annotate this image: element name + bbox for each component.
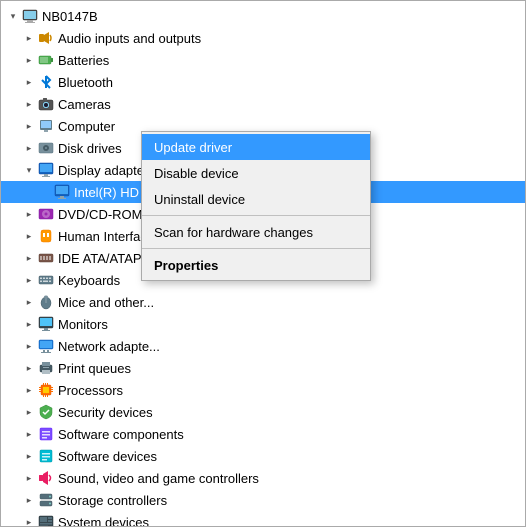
tree-item-label-softwarecomponents: Software components [58,427,184,442]
audio-icon [37,29,55,47]
expand-btn-root[interactable] [5,8,21,24]
expand-btn-softwaredevices[interactable] [21,448,37,464]
tree-item-label-securitydevices: Security devices [58,405,153,420]
tree-item-printqueues[interactable]: Print queues [1,357,525,379]
tree-item-networkadap[interactable]: Network adapte... [1,335,525,357]
network-icon [37,337,55,355]
expand-btn-systemdevices[interactable] [21,514,37,527]
hid-icon [37,227,55,245]
expand-btn-cameras[interactable] [21,96,37,112]
camera-icon [37,95,55,113]
expand-btn-computer[interactable] [21,118,37,134]
tree-item-label-diskdrives: Disk drives [58,141,122,156]
mouse-icon [37,293,55,311]
expand-btn-sound[interactable] [21,470,37,486]
computer-icon [21,7,39,25]
expand-btn-diskdrives[interactable] [21,140,37,156]
tree-item-label-audio: Audio inputs and outputs [58,31,201,46]
context-menu: Update driverDisable deviceUninstall dev… [141,131,371,281]
expand-btn-batteries[interactable] [21,52,37,68]
tree-item-label-cameras: Cameras [58,97,111,112]
expand-btn-softwarecomponents[interactable] [21,426,37,442]
storage-icon [37,491,55,509]
tree-item-storagecontrollers[interactable]: Storage controllers [1,489,525,511]
disk-icon [37,139,55,157]
expand-btn-dvdrom[interactable] [21,206,37,222]
expand-btn-ideata[interactable] [21,250,37,266]
tree-item-label-systemdevices: System devices [58,515,149,527]
tree-item-sound[interactable]: Sound, video and game controllers [1,467,525,489]
expand-btn-humaninterface[interactable] [21,228,37,244]
security-icon [37,403,55,421]
tree-item-systemdevices[interactable]: System devices [1,511,525,527]
keyboard-icon [37,271,55,289]
device-manager: NB0147B Audio inputs and outputs Batteries… [0,0,526,527]
processor-icon [37,381,55,399]
expand-btn-securitydevices[interactable] [21,404,37,420]
tree-item-label-processors: Processors [58,383,123,398]
tree-item-label-storagecontrollers: Storage controllers [58,493,167,508]
tree-item-softwaredevices[interactable]: Software devices [1,445,525,467]
tree-item-mice[interactable]: Mice and other... [1,291,525,313]
tree-item-label-sound: Sound, video and game controllers [58,471,259,486]
expand-btn-processors[interactable] [21,382,37,398]
tree-item-batteries[interactable]: Batteries [1,49,525,71]
expand-btn-audio[interactable] [21,30,37,46]
tree-item-label-computer: Computer [58,119,115,134]
context-menu-item-disable[interactable]: Disable device [142,160,370,186]
context-menu-separator [142,248,370,249]
monitor2-icon [37,315,55,333]
tree-item-bluetooth[interactable]: Bluetooth [1,71,525,93]
tree-item-securitydevices[interactable]: Security devices [1,401,525,423]
tree-item-label-printqueues: Print queues [58,361,131,376]
dvd-icon [37,205,55,223]
tree-item-monitors[interactable]: Monitors [1,313,525,335]
display-icon [37,161,55,179]
computer2-icon [37,117,55,135]
expand-btn-displayadapters[interactable] [21,162,37,178]
context-menu-separator [142,215,370,216]
expand-btn-mice[interactable] [21,294,37,310]
software2-icon [37,447,55,465]
software-icon [37,425,55,443]
expand-btn-printqueues[interactable] [21,360,37,376]
bluetooth-icon [37,73,55,91]
tree-item-label-batteries: Batteries [58,53,109,68]
tree-item-root[interactable]: NB0147B [1,5,525,27]
context-menu-item-update[interactable]: Update driver [142,134,370,160]
tree-item-label-softwaredevices: Software devices [58,449,157,464]
printer-icon [37,359,55,377]
monitor-icon [53,183,71,201]
tree-item-label-bluetooth: Bluetooth [58,75,113,90]
tree-item-processors[interactable]: Processors [1,379,525,401]
tree-item-label-root: NB0147B [42,9,98,24]
tree-item-label-monitors: Monitors [58,317,108,332]
tree-item-audio[interactable]: Audio inputs and outputs [1,27,525,49]
context-menu-item-uninstall[interactable]: Uninstall device [142,186,370,212]
system-icon [37,513,55,527]
context-menu-item-properties[interactable]: Properties [142,252,370,278]
tree-item-softwarecomponents[interactable]: Software components [1,423,525,445]
expand-btn-bluetooth[interactable] [21,74,37,90]
expand-btn-keyboards[interactable] [21,272,37,288]
tree-item-label-keyboards: Keyboards [58,273,120,288]
expand-btn-storagecontrollers[interactable] [21,492,37,508]
tree-item-label-mice: Mice and other... [58,295,154,310]
expand-btn-networkadap[interactable] [21,338,37,354]
tree-item-cameras[interactable]: Cameras [1,93,525,115]
sound-icon [37,469,55,487]
battery-icon [37,51,55,69]
expand-btn-monitors[interactable] [21,316,37,332]
tree-item-label-networkadap: Network adapte... [58,339,160,354]
context-menu-item-scan[interactable]: Scan for hardware changes [142,219,370,245]
ide-icon [37,249,55,267]
